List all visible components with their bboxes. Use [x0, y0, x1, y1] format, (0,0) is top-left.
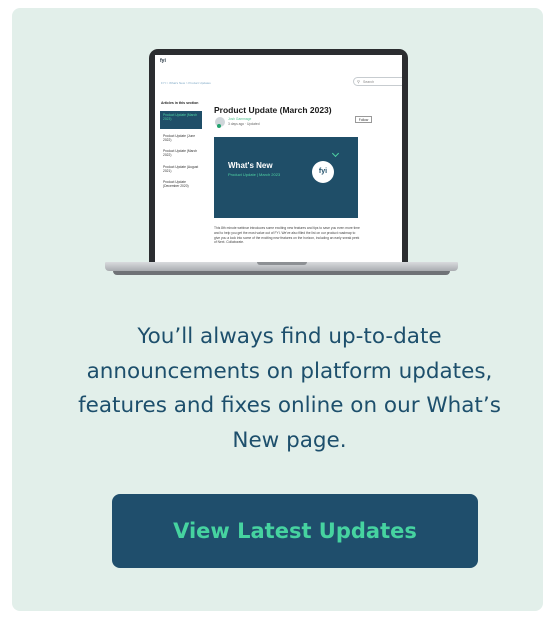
screen-sidebar-item-active: Product Update (March 2023) — [160, 111, 202, 129]
screen-sidebar-title: Articles in this section — [161, 101, 199, 105]
screen-body-text: This 8th minute webinar introduces some … — [214, 226, 360, 245]
leaf-icon — [331, 149, 340, 158]
view-latest-updates-button[interactable]: View Latest Updates — [112, 494, 478, 568]
screen-banner: What's New Product Update | March 2023 f… — [214, 137, 358, 218]
screen-logo: fyi — [160, 58, 166, 64]
screen-sidebar-item: Product Update (August 2021) — [163, 165, 199, 174]
laptop-base-shadow — [113, 271, 450, 275]
screen-search: ⚲ Search — [353, 77, 402, 86]
screen-banner-title: What's New — [228, 161, 273, 170]
laptop-illustration: fyi FYI > What's New > Product Updates ⚲… — [105, 49, 458, 276]
screen-meta: 3 days ago · Updated — [228, 122, 260, 126]
laptop-base-notch — [257, 262, 307, 265]
fyi-logo-icon: fyi — [312, 161, 334, 183]
screen-sidebar-item: Product Update (December 2020) — [163, 180, 189, 189]
screen-sidebar-item: Product Update (June 2022) — [163, 134, 196, 143]
screen-banner-subtitle: Product Update | March 2023 — [228, 172, 281, 177]
avatar-status-dot — [217, 124, 221, 128]
screen-follow-button: Follow — [355, 116, 372, 123]
screen-search-placeholder: Search — [363, 80, 375, 84]
laptop-screen: fyi FYI > What's New > Product Updates ⚲… — [155, 55, 402, 264]
announcement-message: You’ll always find up-to-date announceme… — [78, 324, 501, 453]
screen-sidebar-item: Product Update (March 2022) — [163, 149, 198, 158]
promo-card: fyi FYI > What's New > Product Updates ⚲… — [12, 8, 543, 611]
screen-breadcrumb: FYI > What's New > Product Updates — [161, 81, 211, 85]
search-icon: ⚲ — [357, 79, 360, 84]
laptop-lid: fyi FYI > What's New > Product Updates ⚲… — [149, 49, 408, 264]
screen-article-title: Product Update (March 2023) — [214, 105, 332, 115]
screen-author: Josh Gammage — [228, 117, 252, 121]
